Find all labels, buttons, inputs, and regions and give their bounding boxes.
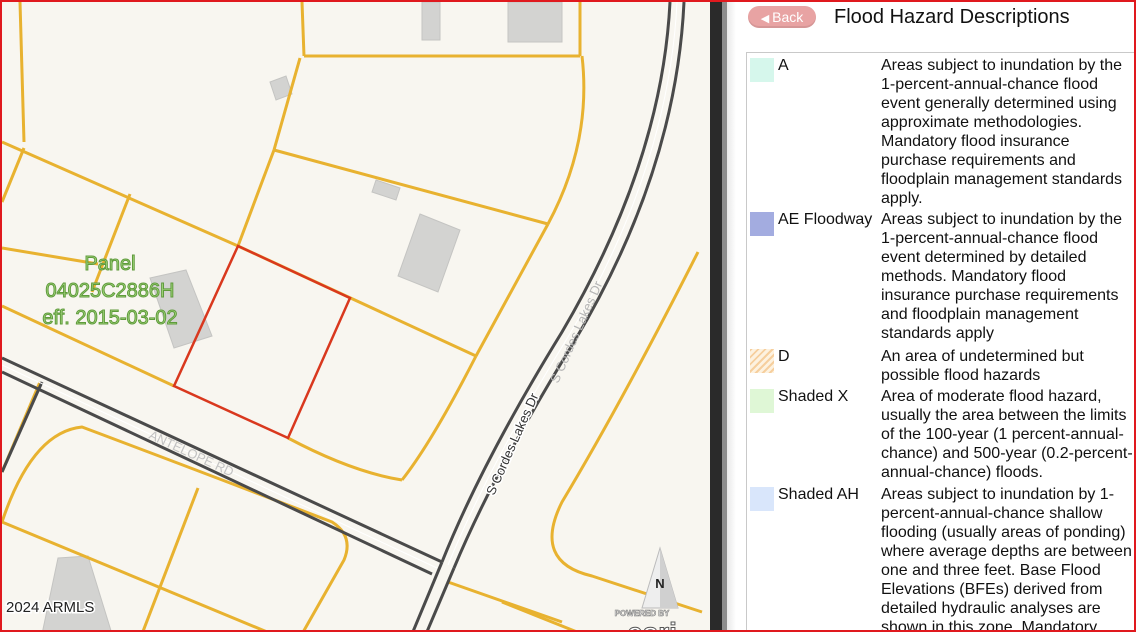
legend-code: D (778, 348, 790, 365)
legend-description: Areas subject to inundation by the 1-per… (881, 57, 1123, 207)
street-label-cordes-lakes: S Cordes Lakes Dr (483, 390, 542, 497)
legend-description: Area of moderate flood hazard, usually t… (881, 388, 1133, 481)
legend-code: AE Floodway (778, 211, 873, 228)
panel-splitter[interactable] (710, 2, 736, 630)
legend-swatch (750, 58, 774, 82)
legend-description: Areas subject to inundation by the 1-per… (881, 211, 1123, 342)
flood-hazard-panel: ◀ Back Flood Hazard Descriptions A Areas … (736, 2, 1134, 632)
screen-frame: N S Cordes Lakes Dr S Cordes Lakes Dr AN… (0, 0, 1136, 632)
arrow-left-icon: ◀ (760, 13, 770, 25)
panel-title: Flood Hazard Descriptions (834, 6, 1070, 28)
panel-label-id: 04025C2886H (46, 280, 175, 302)
copyright-text: 2024 ARMLS (6, 599, 94, 616)
legend-code: Shaded X (778, 388, 849, 405)
map-canvas[interactable]: N S Cordes Lakes Dr S Cordes Lakes Dr AN… (2, 2, 710, 632)
panel-label-effective-date: eff. 2015-03-02 (42, 307, 177, 329)
legend-description: Areas subject to inundation by 1-percent… (881, 486, 1132, 632)
panel-label: Panel 04025C2886H eff. 2015-03-02 (42, 253, 178, 330)
flood-hazard-legend: A Areas subject to inundation by the 1-p… (746, 52, 1134, 632)
legend-swatch (750, 487, 774, 511)
legend-code: Shaded AH (778, 486, 859, 503)
selected-parcel[interactable] (172, 244, 352, 440)
legend-description: An area of undetermined but possible flo… (881, 348, 1084, 384)
legend-code: A (778, 57, 789, 74)
back-button-label: Back (772, 9, 804, 25)
legend-swatch (750, 389, 774, 413)
street-label-antelope: ANTELOPE RD (147, 427, 236, 479)
legend-swatch (750, 349, 774, 373)
esri-logo: esri (627, 617, 677, 632)
north-label: N (655, 576, 664, 591)
map-view[interactable]: N S Cordes Lakes Dr S Cordes Lakes Dr AN… (2, 2, 710, 632)
back-button[interactable]: ◀ Back (748, 6, 816, 28)
panel-label-title: Panel (84, 253, 135, 275)
legend-swatch (750, 212, 774, 236)
street-label-cordes-lakes-faded: S Cordes Lakes Dr (547, 278, 606, 385)
